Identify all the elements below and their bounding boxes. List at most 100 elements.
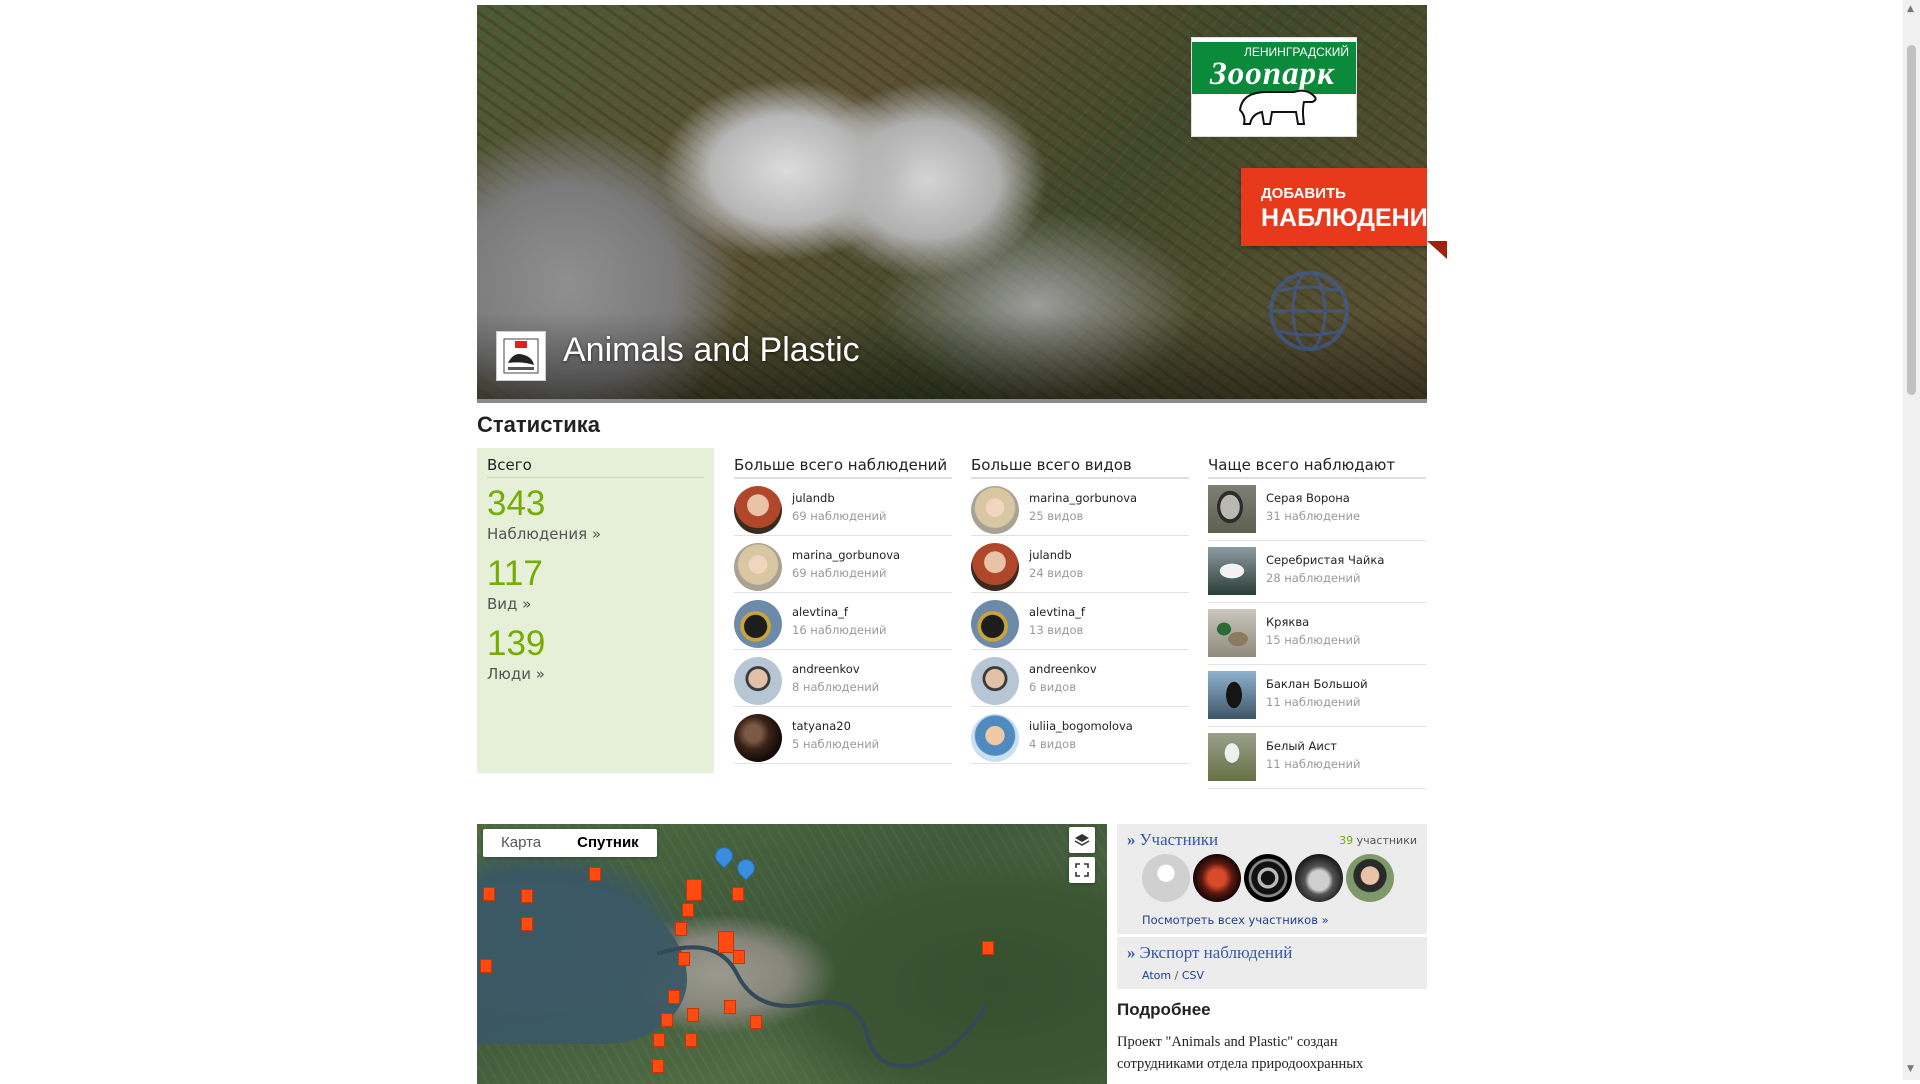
scroll-down-icon[interactable]: ▼	[1907, 1064, 1914, 1074]
user-name[interactable]: andreenkov	[792, 662, 860, 676]
map-marker[interactable]	[483, 887, 495, 901]
user-name[interactable]: tatyana20	[792, 719, 851, 733]
tab-map[interactable]: Карта	[483, 829, 559, 857]
map-marker[interactable]	[668, 990, 680, 1004]
members-title[interactable]: Участники	[1140, 830, 1219, 849]
map-marker[interactable]	[653, 1033, 665, 1047]
taxon-name[interactable]: Серебристая Чайка	[1266, 553, 1384, 567]
species-total[interactable]: 117	[487, 554, 543, 594]
avatar[interactable]	[971, 714, 1019, 762]
map-marker[interactable]	[686, 879, 702, 901]
list-item[interactable]: marina_gorbunova 69 наблюдений	[734, 536, 952, 593]
taxon-photo[interactable]	[1208, 609, 1256, 657]
export-title[interactable]: Экспорт наблюдений	[1140, 943, 1293, 962]
avatar[interactable]	[1244, 854, 1292, 902]
export-csv-link[interactable]: CSV	[1182, 969, 1204, 982]
avatar[interactable]	[1295, 854, 1343, 902]
list-item[interactable]: iuliia_bogomolova 4 видов	[971, 707, 1189, 764]
taxon-photo[interactable]	[1208, 733, 1256, 781]
map-marker[interactable]	[589, 867, 601, 881]
map-marker[interactable]	[675, 922, 687, 936]
user-count: 4 видов	[1029, 737, 1076, 751]
observations-map[interactable]: Карта Спутник	[477, 824, 1107, 1084]
user-name[interactable]: julandb	[1029, 548, 1072, 562]
people-total[interactable]: 139	[487, 624, 545, 664]
avatar[interactable]	[734, 600, 782, 648]
avatar[interactable]	[971, 543, 1019, 591]
user-name[interactable]: julandb	[792, 491, 835, 505]
map-marker[interactable]	[678, 952, 690, 966]
avatar[interactable]	[734, 486, 782, 534]
list-item[interactable]: julandb 24 видов	[971, 536, 1189, 593]
map-marker[interactable]	[682, 903, 694, 917]
scroll-up-icon[interactable]: ▲	[1907, 4, 1914, 14]
avatar[interactable]	[971, 486, 1019, 534]
export-heading[interactable]: » Экспорт наблюдений	[1127, 943, 1292, 963]
list-item[interactable]: julandb 69 наблюдений	[734, 479, 952, 536]
species-link[interactable]: Вид »	[487, 595, 531, 613]
list-item[interactable]: Кряква 15 наблюдений	[1208, 603, 1426, 665]
members-heading[interactable]: » Участники	[1127, 830, 1218, 850]
project-icon[interactable]	[496, 331, 546, 381]
map-marker[interactable]	[480, 959, 492, 973]
avatar[interactable]	[734, 714, 782, 762]
taxon-name[interactable]: Кряква	[1266, 615, 1309, 629]
user-name[interactable]: marina_gorbunova	[1029, 491, 1137, 505]
user-name[interactable]: iuliia_bogomolova	[1029, 719, 1133, 733]
map-marker[interactable]	[750, 1015, 762, 1029]
map-pin[interactable]	[733, 855, 759, 881]
taxon-photo[interactable]	[1208, 671, 1256, 719]
list-item[interactable]: Белый Аист 11 наблюдений	[1208, 727, 1426, 789]
map-water	[477, 884, 687, 1044]
list-item[interactable]: marina_gorbunova 25 видов	[971, 479, 1189, 536]
export-atom-link[interactable]: Atom	[1142, 969, 1171, 982]
map-marker[interactable]	[724, 1000, 736, 1014]
observations-total[interactable]: 343	[487, 484, 545, 524]
avatar[interactable]	[971, 657, 1019, 705]
tab-satellite[interactable]: Спутник	[559, 829, 657, 857]
taxon-photo[interactable]	[1208, 485, 1256, 533]
taxon-name[interactable]: Белый Аист	[1266, 739, 1337, 753]
page-scrollbar[interactable]: ▲ ▼	[1903, 0, 1920, 1080]
map-marker[interactable]	[652, 1059, 664, 1073]
map-marker[interactable]	[982, 941, 994, 955]
avatar[interactable]	[1142, 854, 1190, 902]
taxon-photo[interactable]	[1208, 547, 1256, 595]
see-all-members-link[interactable]: Посмотреть всех участников »	[1142, 913, 1329, 927]
avatar[interactable]	[734, 543, 782, 591]
map-marker[interactable]	[718, 931, 734, 953]
map-marker[interactable]	[733, 950, 745, 964]
list-item[interactable]: Серебристая Чайка 28 наблюдений	[1208, 541, 1426, 603]
map-marker[interactable]	[661, 1013, 673, 1027]
list-item[interactable]: Баклан Большой 11 наблюдений	[1208, 665, 1426, 727]
map-marker[interactable]	[685, 1033, 697, 1047]
fullscreen-icon[interactable]	[1069, 857, 1095, 883]
avatar[interactable]	[734, 657, 782, 705]
add-observations-button[interactable]: ДОБАВИТЬ НАБЛЮДЕНИЯ	[1241, 168, 1427, 246]
map-pin[interactable]	[711, 843, 737, 869]
people-link[interactable]: Люди »	[487, 665, 545, 683]
scrollbar-thumb[interactable]	[1907, 45, 1916, 395]
taxon-name[interactable]: Баклан Большой	[1266, 677, 1368, 691]
list-item[interactable]: Серая Ворона 31 наблюдение	[1208, 479, 1426, 541]
zoo-logo[interactable]: ЛЕНИНГРАДСКИЙ Зоопарк	[1191, 37, 1357, 137]
avatar[interactable]	[1346, 854, 1394, 902]
avatar[interactable]	[971, 600, 1019, 648]
list-item[interactable]: alevtina_f 16 наблюдений	[734, 593, 952, 650]
list-item[interactable]: alevtina_f 13 видов	[971, 593, 1189, 650]
list-item[interactable]: tatyana20 5 наблюдений	[734, 707, 952, 764]
layers-icon[interactable]	[1069, 827, 1095, 853]
user-name[interactable]: alevtina_f	[792, 605, 848, 619]
avatar[interactable]	[1193, 854, 1241, 902]
map-marker[interactable]	[732, 887, 744, 901]
list-item[interactable]: andreenkov 8 наблюдений	[734, 650, 952, 707]
taxon-name[interactable]: Серая Ворона	[1266, 491, 1350, 505]
observations-link[interactable]: Наблюдения »	[487, 525, 601, 543]
list-item[interactable]: andreenkov 6 видов	[971, 650, 1189, 707]
user-name[interactable]: alevtina_f	[1029, 605, 1085, 619]
user-name[interactable]: andreenkov	[1029, 662, 1097, 676]
map-marker[interactable]	[521, 917, 533, 931]
map-marker[interactable]	[521, 889, 533, 903]
map-marker[interactable]	[687, 1008, 699, 1022]
user-name[interactable]: marina_gorbunova	[792, 548, 900, 562]
